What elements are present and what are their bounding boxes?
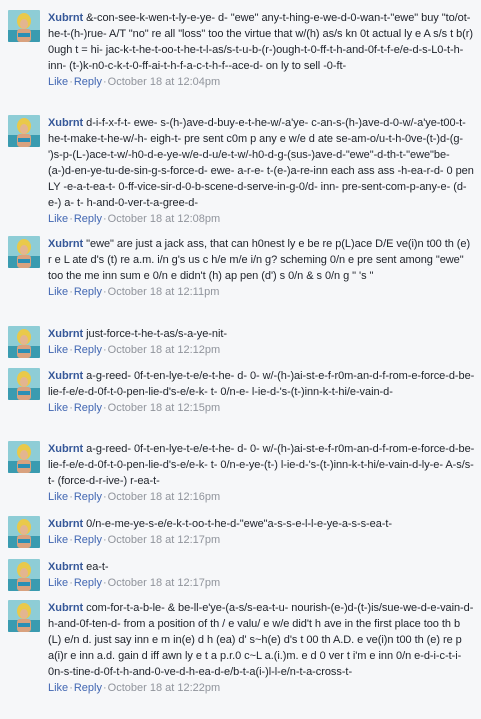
timestamp-link[interactable]: October 18 at 12:08pm: [108, 213, 221, 225]
comment-actions: Like·Reply·October 18 at 12:08pm: [48, 211, 475, 227]
comment-text: Xubrnt a-g-reed- 0f-t-en-lye-t-e/e-t-he- …: [48, 368, 475, 400]
separator: ·: [69, 344, 73, 356]
comment-text: Xubrnt &-con-see-k-wen-t-ly-e-ye- d- "ewe…: [48, 10, 475, 74]
comment-actions: Like·Reply·October 18 at 12:15pm: [48, 400, 475, 416]
separator: ·: [69, 577, 73, 589]
avatar[interactable]: [8, 236, 40, 268]
comment-body: d-i-f-x-f-t- ewe- s-(h-)ave-d-buy-e-t-he…: [48, 117, 474, 209]
like-button[interactable]: Like: [48, 286, 68, 298]
author-link[interactable]: Xubrnt: [48, 12, 83, 24]
author-link[interactable]: Xubrnt: [48, 443, 83, 455]
reply-button[interactable]: Reply: [74, 577, 102, 589]
author-link[interactable]: Xubrnt: [48, 518, 83, 530]
reply-button[interactable]: Reply: [74, 534, 102, 546]
separator: ·: [69, 402, 73, 414]
comment-actions: Like·Reply·October 18 at 12:17pm: [48, 532, 475, 548]
author-link[interactable]: Xubrnt: [48, 370, 83, 382]
timestamp-link[interactable]: October 18 at 12:12pm: [108, 344, 221, 356]
comment-text: Xubrnt d-i-f-x-f-t- ewe- s-(h-)ave-d-buy-…: [48, 115, 475, 211]
comment-text: Xubrnt just-force-t-he-t-as/s-a-ye-nit-: [48, 326, 475, 342]
timestamp-link[interactable]: October 18 at 12:15pm: [108, 402, 221, 414]
avatar[interactable]: [8, 559, 40, 591]
avatar[interactable]: [8, 326, 40, 358]
reply-button[interactable]: Reply: [74, 491, 102, 503]
comment-body: &-con-see-k-wen-t-ly-e-ye- d- "ewe" any-…: [48, 12, 474, 72]
like-button[interactable]: Like: [48, 491, 68, 503]
like-button[interactable]: Like: [48, 213, 68, 225]
separator: ·: [102, 534, 107, 546]
separator: ·: [69, 491, 73, 503]
like-button[interactable]: Like: [48, 577, 68, 589]
comment-text: Xubrnt ea-t-: [48, 559, 475, 575]
avatar[interactable]: [8, 115, 40, 147]
reply-button[interactable]: Reply: [74, 76, 102, 88]
like-button[interactable]: Like: [48, 402, 68, 414]
timestamp-link[interactable]: October 18 at 12:17pm: [108, 534, 221, 546]
timestamp-link[interactable]: October 18 at 12:22pm: [108, 682, 221, 694]
author-link[interactable]: Xubrnt: [48, 328, 83, 340]
separator: ·: [102, 286, 107, 298]
timestamp-link[interactable]: October 18 at 12:11pm: [108, 286, 220, 298]
separator: ·: [102, 402, 107, 414]
separator: ·: [69, 213, 73, 225]
comment-actions: Like·Reply·October 18 at 12:12pm: [48, 342, 475, 358]
timestamp-link[interactable]: October 18 at 12:17pm: [108, 577, 221, 589]
like-button[interactable]: Like: [48, 534, 68, 546]
comment-body: ea-t-: [86, 561, 109, 573]
separator: ·: [69, 286, 73, 298]
author-link[interactable]: Xubrnt: [48, 602, 83, 614]
comment-actions: Like·Reply·October 18 at 12:16pm: [48, 489, 475, 505]
like-button[interactable]: Like: [48, 76, 68, 88]
comment-body: just-force-t-he-t-as/s-a-ye-nit-: [86, 328, 227, 340]
avatar[interactable]: [8, 368, 40, 400]
author-link[interactable]: Xubrnt: [48, 238, 83, 250]
avatar[interactable]: [8, 516, 40, 548]
comment-actions: Like·Reply·October 18 at 12:17pm: [48, 575, 475, 591]
avatar[interactable]: [8, 10, 40, 42]
comment-body: a-g-reed- 0f-t-en-lye-t-e/e-t-he- d- 0- …: [48, 443, 475, 487]
separator: ·: [69, 76, 73, 88]
author-link[interactable]: Xubrnt: [48, 561, 83, 573]
reply-button[interactable]: Reply: [74, 344, 102, 356]
reply-button[interactable]: Reply: [74, 402, 102, 414]
comment-body: "ewe" are just a jack ass, that can h0ne…: [48, 238, 471, 282]
timestamp-link[interactable]: October 18 at 12:16pm: [108, 491, 221, 503]
comment-text: Xubrnt com-for-t-a-b-le- & be-ll-e'ye-(a-…: [48, 600, 475, 680]
separator: ·: [69, 534, 73, 546]
author-link[interactable]: Xubrnt: [48, 117, 83, 129]
reply-button[interactable]: Reply: [74, 286, 102, 298]
comment-actions: Like·Reply·October 18 at 12:22pm: [48, 680, 475, 696]
reply-button[interactable]: Reply: [74, 682, 102, 694]
avatar[interactable]: [8, 600, 40, 632]
separator: ·: [69, 682, 73, 694]
separator: ·: [102, 577, 107, 589]
comment-text: Xubrnt "ewe" are just a jack ass, that ca…: [48, 236, 475, 284]
separator: ·: [102, 76, 107, 88]
timestamp-link[interactable]: October 18 at 12:04pm: [108, 76, 221, 88]
like-button[interactable]: Like: [48, 682, 68, 694]
comment-body: a-g-reed- 0f-t-en-lye-t-e/e-t-he- d- 0- …: [48, 370, 475, 398]
like-button[interactable]: Like: [48, 344, 68, 356]
comment-actions: Like·Reply·October 18 at 12:04pm: [48, 74, 475, 90]
separator: ·: [102, 682, 107, 694]
comment-actions: Like·Reply·October 18 at 12:11pm: [48, 284, 475, 300]
separator: ·: [102, 213, 107, 225]
separator: ·: [102, 491, 107, 503]
comment-body: 0/n-e-me-ye-s-e/e-k-t-oo-t-he-d-"ewe"a-s…: [86, 518, 393, 530]
comment-body: com-for-t-a-b-le- & be-ll-e'ye-(a-s/s-ea…: [48, 602, 474, 678]
avatar[interactable]: [8, 441, 40, 473]
separator: ·: [102, 344, 107, 356]
reply-button[interactable]: Reply: [74, 213, 102, 225]
comment-thread: Xubrnt &-con-see-k-wen-t-ly-e-ye- d- "ewe…: [0, 0, 481, 719]
comment-text: Xubrnt a-g-reed- 0f-t-en-lye-t-e/e-t-he- …: [48, 441, 475, 489]
comment-text: Xubrnt 0/n-e-me-ye-s-e/e-k-t-oo-t-he-d-"e…: [48, 516, 475, 532]
